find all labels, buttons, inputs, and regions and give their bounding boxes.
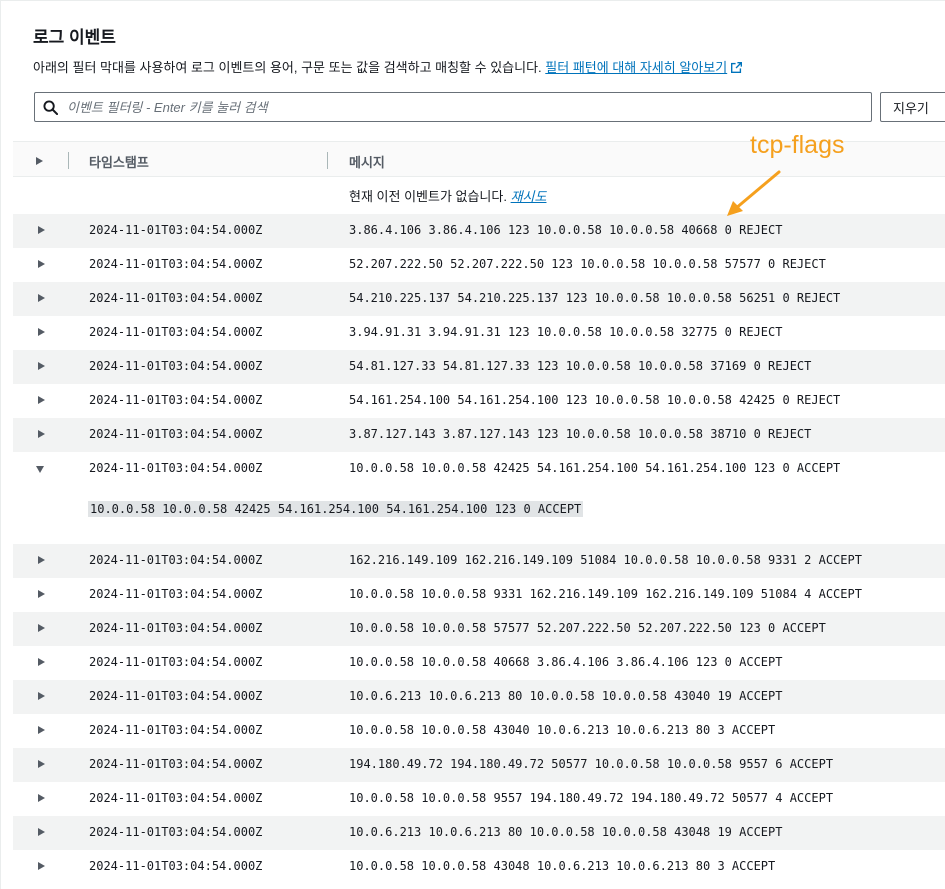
row-message: 10.0.0.58 10.0.0.58 9331 162.216.149.109…	[349, 587, 862, 601]
row-timestamp: 2024-11-01T03:04:54.000Z	[89, 393, 263, 407]
row-timestamp: 2024-11-01T03:04:54.000Z	[89, 257, 263, 271]
row-timestamp: 2024-11-01T03:04:54.000Z	[89, 553, 263, 567]
caret-right-icon[interactable]	[38, 396, 45, 404]
table-row-expanded[interactable]: 2024-11-01T03:04:54.000Z 10.0.0.58 10.0.0…	[13, 452, 945, 486]
tcp-flags-annotation: tcp-flags	[750, 131, 845, 159]
row-timestamp: 2024-11-01T03:04:54.000Z	[89, 689, 263, 703]
expanded-event-message: 10.0.0.58 10.0.0.58 42425 54.161.254.100…	[88, 501, 584, 517]
caret-right-icon[interactable]	[38, 862, 45, 870]
table-row[interactable]: 2024-11-01T03:04:54.000Z 10.0.6.213 10.0.…	[13, 680, 945, 714]
row-message: 10.0.0.58 10.0.0.58 42425 54.161.254.100…	[349, 461, 841, 475]
table-row[interactable]: 2024-11-01T03:04:54.000Z 10.0.0.58 10.0.0…	[13, 578, 945, 612]
row-message: 162.216.149.109 162.216.149.109 51084 10…	[349, 553, 862, 567]
row-timestamp: 2024-11-01T03:04:54.000Z	[89, 723, 263, 737]
row-timestamp: 2024-11-01T03:04:54.000Z	[89, 587, 263, 601]
search-icon	[43, 100, 58, 115]
annotation-arrow-icon	[727, 170, 781, 216]
caret-right-icon[interactable]	[38, 692, 45, 700]
table-row[interactable]: 2024-11-01T03:04:54.000Z 54.210.225.137 5…	[13, 282, 945, 316]
row-timestamp: 2024-11-01T03:04:54.000Z	[89, 291, 263, 305]
caret-right-icon[interactable]	[38, 294, 45, 302]
caret-right-icon[interactable]	[38, 328, 45, 336]
row-message: 52.207.222.50 52.207.222.50 123 10.0.0.5…	[349, 257, 826, 271]
caret-right-icon[interactable]	[38, 260, 45, 268]
table-row[interactable]: 2024-11-01T03:04:54.000Z 194.180.49.72 19…	[13, 748, 945, 782]
row-message: 3.86.4.106 3.86.4.106 123 10.0.0.58 10.0…	[349, 223, 783, 237]
row-timestamp: 2024-11-01T03:04:54.000Z	[89, 655, 263, 669]
table-row[interactable]: 2024-11-01T03:04:54.000Z 54.161.254.100 5…	[13, 384, 945, 418]
caret-right-icon[interactable]	[38, 658, 45, 666]
table-row[interactable]: 2024-11-01T03:04:54.000Z 10.0.0.58 10.0.0…	[13, 646, 945, 680]
column-separator	[68, 152, 69, 169]
log-events-header: 로그 이벤트 아래의 필터 막대를 사용하여 로그 이벤트의 용어, 구문 또는…	[1, 1, 945, 141]
table-row[interactable]: 2024-11-01T03:04:54.000Z 10.0.0.58 10.0.0…	[13, 612, 945, 646]
expanded-event-detail: 10.0.0.58 10.0.0.58 42425 54.161.254.100…	[13, 486, 945, 544]
event-filter-box[interactable]	[34, 92, 872, 122]
column-header-message[interactable]: 메시지	[349, 152, 385, 171]
caret-down-icon[interactable]	[36, 466, 44, 473]
caret-right-icon[interactable]	[38, 794, 45, 802]
row-timestamp: 2024-11-01T03:04:54.000Z	[89, 223, 263, 237]
row-message: 10.0.0.58 10.0.0.58 43048 10.0.6.213 10.…	[349, 859, 776, 873]
column-header-timestamp[interactable]: 타임스탬프	[89, 152, 149, 171]
column-separator[interactable]	[327, 152, 328, 169]
row-timestamp: 2024-11-01T03:04:54.000Z	[89, 825, 263, 839]
caret-right-icon[interactable]	[38, 760, 45, 768]
table-row[interactable]: 2024-11-01T03:04:54.000Z 3.86.4.106 3.86.…	[13, 214, 945, 248]
row-timestamp: 2024-11-01T03:04:54.000Z	[89, 791, 263, 805]
caret-right-icon[interactable]	[38, 556, 45, 564]
table-row[interactable]: 2024-11-01T03:04:54.000Z 3.94.91.31 3.94.…	[13, 316, 945, 350]
row-message: 10.0.0.58 10.0.0.58 57577 52.207.222.50 …	[349, 621, 826, 635]
row-message: 10.0.0.58 10.0.0.58 40668 3.86.4.106 3.8…	[349, 655, 783, 669]
row-message: 54.81.127.33 54.81.127.33 123 10.0.0.58 …	[349, 359, 812, 373]
caret-right-icon[interactable]	[38, 430, 45, 438]
page-description: 아래의 필터 막대를 사용하여 로그 이벤트의 용어, 구문 또는 값을 검색하…	[33, 57, 743, 76]
log-events-table: 타임스탬프 메시지 현재 이전 이벤트가 없습니다. 재시도 2024-11-0…	[13, 141, 945, 889]
row-message: 54.161.254.100 54.161.254.100 123 10.0.0…	[349, 393, 841, 407]
notice-text: 현재 이전 이벤트가 없습니다.	[349, 189, 507, 204]
caret-right-icon[interactable]	[38, 226, 45, 234]
no-older-events-notice: 현재 이전 이벤트가 없습니다. 재시도	[349, 186, 546, 205]
learn-more-link-text[interactable]: 필터 패턴에 대해 자세히 알아보기	[545, 60, 727, 75]
row-message: 10.0.0.58 10.0.0.58 43040 10.0.6.213 10.…	[349, 723, 776, 737]
row-timestamp: 2024-11-01T03:04:54.000Z	[89, 427, 263, 441]
clear-button[interactable]: 지우기	[880, 92, 945, 122]
table-row[interactable]: 2024-11-01T03:04:54.000Z 10.0.0.58 10.0.0…	[13, 850, 945, 884]
table-row[interactable]: 2024-11-01T03:04:54.000Z 52.207.222.50 52…	[13, 248, 945, 282]
row-timestamp: 2024-11-01T03:04:54.000Z	[89, 359, 263, 373]
row-timestamp: 2024-11-01T03:04:54.000Z	[89, 325, 263, 339]
row-message: 194.180.49.72 194.180.49.72 50577 10.0.0…	[349, 757, 834, 771]
caret-right-icon[interactable]	[38, 828, 45, 836]
row-message: 3.94.91.31 3.94.91.31 123 10.0.0.58 10.0…	[349, 325, 783, 339]
row-message: 10.0.6.213 10.0.6.213 80 10.0.0.58 10.0.…	[349, 825, 783, 839]
row-timestamp: 2024-11-01T03:04:54.000Z	[89, 621, 263, 635]
row-timestamp: 2024-11-01T03:04:54.000Z	[89, 859, 263, 873]
log-events-page: 로그 이벤트 아래의 필터 막대를 사용하여 로그 이벤트의 용어, 구문 또는…	[0, 0, 945, 889]
description-text: 아래의 필터 막대를 사용하여 로그 이벤트의 용어, 구문 또는 값을 검색하…	[33, 60, 542, 75]
row-message: 10.0.6.213 10.0.6.213 80 10.0.0.58 10.0.…	[349, 689, 783, 703]
table-row[interactable]: 2024-11-01T03:04:54.000Z 3.87.127.143 3.8…	[13, 418, 945, 452]
caret-right-icon[interactable]	[38, 590, 45, 598]
table-row[interactable]: 2024-11-01T03:04:54.000Z 10.0.0.58 10.0.0…	[13, 782, 945, 816]
table-row[interactable]: 2024-11-01T03:04:54.000Z 10.0.6.213 10.0.…	[13, 816, 945, 850]
table-row[interactable]: 2024-11-01T03:04:54.000Z 162.216.149.109 …	[13, 544, 945, 578]
event-filter-input[interactable]	[67, 93, 857, 121]
table-row[interactable]: 2024-11-01T03:04:54.000Z 10.0.0.58 10.0.0…	[13, 714, 945, 748]
row-message: 54.210.225.137 54.210.225.137 123 10.0.0…	[349, 291, 841, 305]
row-timestamp: 2024-11-01T03:04:54.000Z	[89, 461, 263, 475]
caret-right-icon[interactable]	[38, 726, 45, 734]
external-link-icon	[731, 62, 743, 73]
expand-all-icon[interactable]	[36, 157, 43, 165]
row-message: 3.87.127.143 3.87.127.143 123 10.0.0.58 …	[349, 427, 812, 441]
row-message: 10.0.0.58 10.0.0.58 9557 194.180.49.72 1…	[349, 791, 834, 805]
table-row[interactable]: 2024-11-01T03:04:54.000Z 54.81.127.33 54.…	[13, 350, 945, 384]
retry-link[interactable]: 재시도	[511, 189, 547, 204]
page-title: 로그 이벤트	[33, 28, 116, 47]
caret-right-icon[interactable]	[38, 362, 45, 370]
row-timestamp: 2024-11-01T03:04:54.000Z	[89, 757, 263, 771]
caret-right-icon[interactable]	[38, 624, 45, 632]
learn-more-link[interactable]: 필터 패턴에 대해 자세히 알아보기	[545, 60, 743, 75]
